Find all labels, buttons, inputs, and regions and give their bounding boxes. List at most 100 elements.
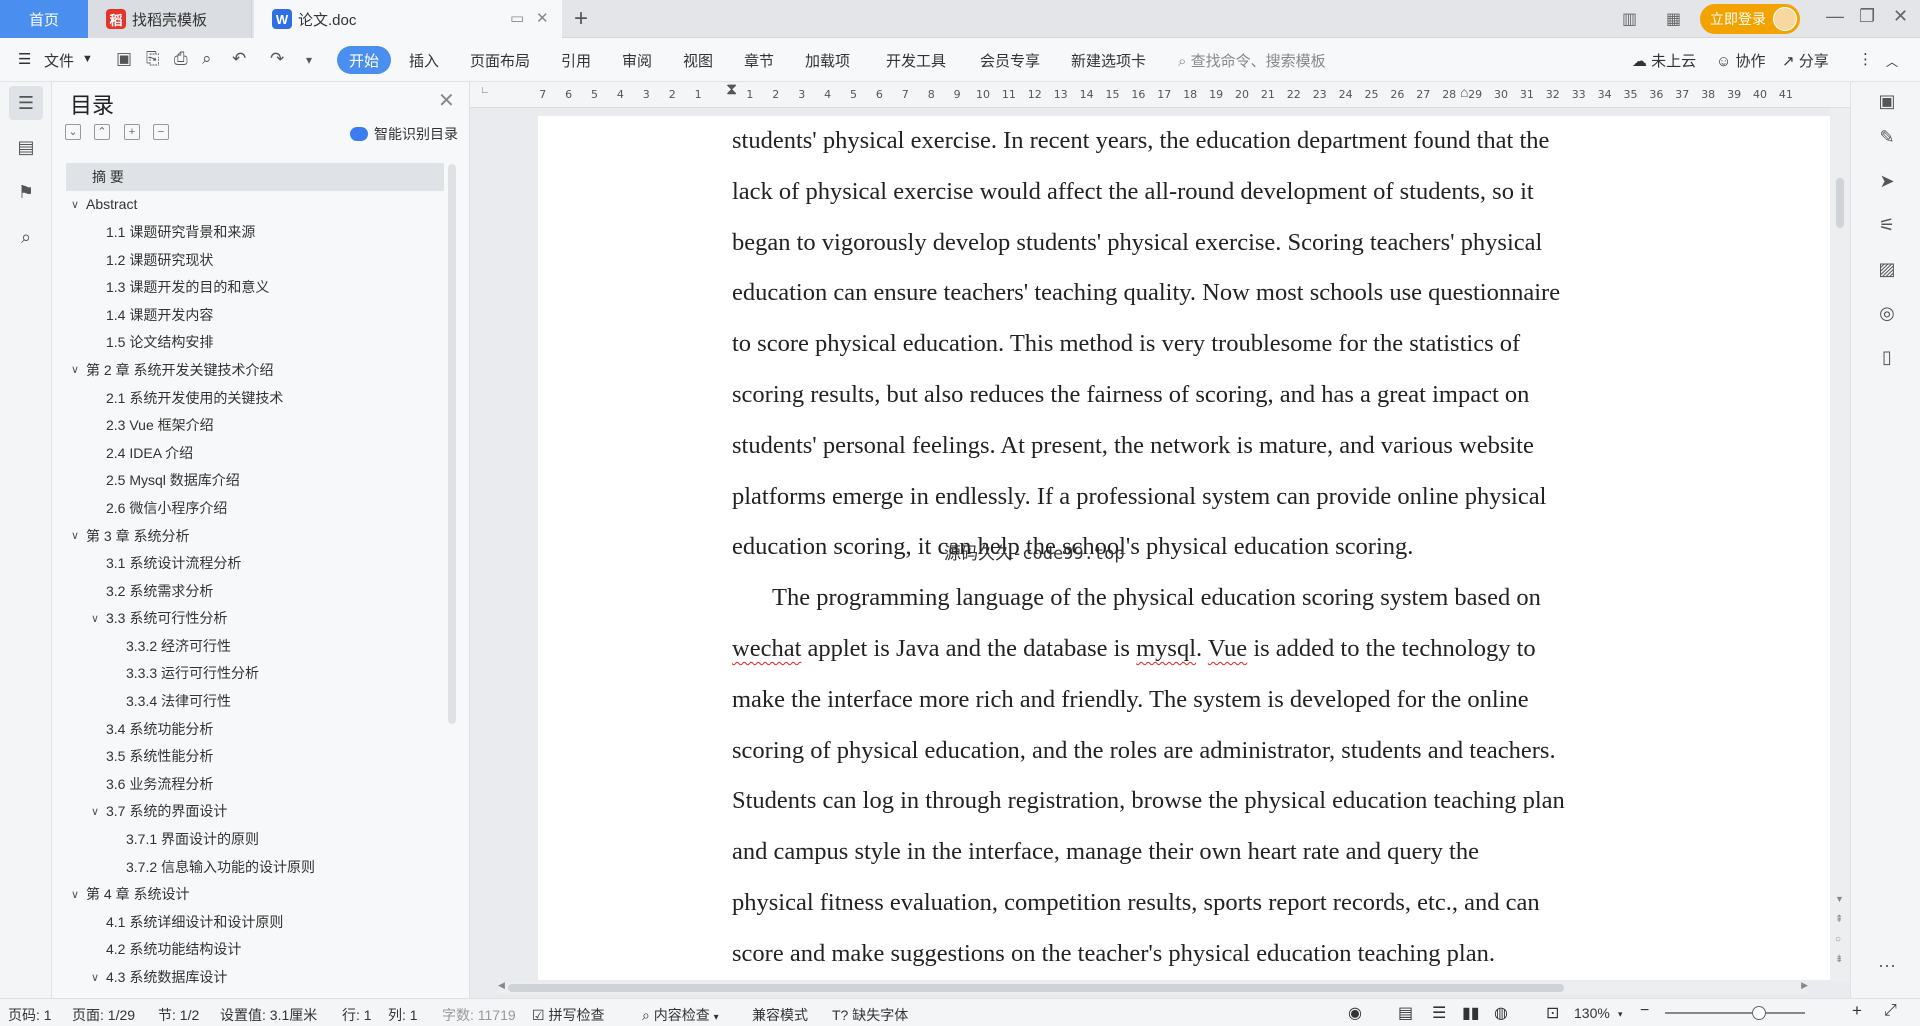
right-indent-marker-icon[interactable]: ⌂ bbox=[1460, 84, 1468, 100]
file-menu[interactable]: 文件 bbox=[44, 50, 74, 71]
toc-item[interactable]: 3.5 系统性能分析 bbox=[66, 742, 444, 770]
prev-page-icon[interactable]: ⇞ bbox=[1835, 914, 1843, 925]
add-heading-icon[interactable]: + bbox=[124, 124, 140, 140]
print-icon[interactable]: ⎙ bbox=[174, 49, 188, 69]
toc-item[interactable]: 2.1 系统开发使用的关键技术 bbox=[66, 384, 444, 412]
chevron-down-icon[interactable]: ∨ bbox=[91, 805, 99, 818]
toc-item[interactable]: ∨ 3.3 系统可行性分析 bbox=[66, 605, 444, 633]
format-settings-icon[interactable]: ⚟ bbox=[1874, 212, 1900, 238]
chevron-down-icon[interactable]: ∨ bbox=[71, 529, 79, 542]
window-close-icon[interactable]: ✕ bbox=[1893, 6, 1908, 27]
document-line[interactable]: The programming language of the physical… bbox=[732, 573, 1632, 624]
toc-scrollbar[interactable] bbox=[448, 164, 456, 724]
restore-icon[interactable]: ❐ bbox=[1859, 6, 1875, 27]
status-word-count[interactable]: 字数: 11719 bbox=[442, 1005, 516, 1025]
zoom-in-icon[interactable]: + bbox=[1852, 1001, 1862, 1021]
horizontal-ruler[interactable]: ∟ 7 6 5 4 3 2 1 1 2 3 4 5 6 7 8 9 10 11 12 13 14 15 16 17 18 19 20… bbox=[470, 81, 1850, 108]
document-line[interactable]: lack of physical exercise would affect t… bbox=[732, 167, 1632, 218]
document-line[interactable]: make the interface more rich and friendl… bbox=[732, 675, 1632, 726]
toc-item[interactable]: 3.3.4 法律可行性 bbox=[66, 687, 444, 715]
document-line[interactable]: education scoring, it can help the schoo… bbox=[732, 522, 1632, 573]
image-tools-icon[interactable]: ▨ bbox=[1874, 256, 1900, 282]
document-line[interactable]: students' physical exercise. In recent y… bbox=[732, 116, 1632, 167]
chapter-nav-icon[interactable]: ▤ bbox=[9, 130, 43, 164]
tab-close-icon[interactable]: ✕ bbox=[536, 9, 549, 27]
toc-item[interactable]: ∨ 3.7 系统的界面设计 bbox=[66, 798, 444, 826]
next-page-icon[interactable]: ⇟ bbox=[1835, 954, 1843, 965]
page-view-icon[interactable]: ▤ bbox=[1398, 1003, 1413, 1023]
find-icon[interactable]: ⌕ bbox=[9, 220, 43, 254]
toc-item[interactable]: 1.2 课题研究现状 bbox=[66, 246, 444, 274]
select-cursor-icon[interactable]: ➤ bbox=[1874, 168, 1900, 194]
status-setting[interactable]: 设置值: 3.1厘米 bbox=[220, 1005, 317, 1025]
tab-new[interactable]: 新建选项卡 bbox=[1071, 50, 1146, 71]
status-row[interactable]: 行: 1 bbox=[342, 1005, 372, 1025]
zoom-slider-track[interactable] bbox=[1665, 1012, 1805, 1014]
menu-icon[interactable]: ☰ bbox=[18, 50, 31, 68]
read-view-icon[interactable]: ▮▮ bbox=[1462, 1003, 1480, 1023]
tab-review[interactable]: 审阅 bbox=[622, 50, 652, 71]
layout-switch-icon[interactable]: ▥ bbox=[1622, 0, 1637, 38]
file-dropdown-icon[interactable]: ▼ bbox=[82, 53, 93, 65]
toc-item[interactable]: 2.6 微信小程序介绍 bbox=[66, 494, 444, 522]
status-col[interactable]: 列: 1 bbox=[388, 1005, 418, 1025]
chevron-down-icon[interactable]: ∨ bbox=[71, 888, 79, 901]
tab-page-layout[interactable]: 页面布局 bbox=[470, 50, 530, 71]
toc-close-icon[interactable]: ✕ bbox=[438, 88, 455, 113]
tab-member[interactable]: 会员专享 bbox=[980, 50, 1040, 71]
print-preview-icon[interactable]: ⌕ bbox=[202, 49, 212, 69]
document-line[interactable]: students' personal feelings. At present,… bbox=[732, 421, 1632, 472]
missing-font-button[interactable]: T? 缺失字体 bbox=[832, 1005, 908, 1025]
tab-template-store[interactable]: 稻 找稻壳模板 bbox=[88, 0, 252, 38]
login-button[interactable]: 立即登录 bbox=[1700, 4, 1800, 34]
panel-toggle-icon[interactable]: ▣ bbox=[1874, 88, 1900, 114]
toc-item[interactable]: 1.1 课题研究背景和来源 bbox=[66, 218, 444, 246]
toc-item[interactable]: ∨ Abstract bbox=[66, 191, 444, 219]
toc-item[interactable]: 3.2 系统需求分析 bbox=[66, 577, 444, 605]
zoom-level[interactable]: 130% bbox=[1574, 1005, 1610, 1021]
zoom-out-icon[interactable]: − bbox=[1640, 1002, 1649, 1020]
fullscreen-icon[interactable]: ⤢ bbox=[1884, 1002, 1897, 1020]
document-line[interactable]: education can ensure teachers' teaching … bbox=[732, 268, 1632, 319]
command-search[interactable]: ⌕ 查找命令、搜索模板 bbox=[1178, 50, 1326, 71]
tab-stop-icon[interactable]: ∟ bbox=[480, 85, 490, 96]
more-tools-icon[interactable]: ··· bbox=[1874, 952, 1900, 978]
more-options-icon[interactable]: ⋮ bbox=[1858, 50, 1873, 68]
collaborate-button[interactable]: ☺ 协作 bbox=[1716, 50, 1766, 71]
indent-marker-icon[interactable]: ⧗ bbox=[726, 81, 737, 99]
redo-icon[interactable]: ↷ bbox=[270, 49, 284, 69]
tab-insert[interactable]: 插入 bbox=[409, 50, 439, 71]
document-line[interactable]: Students can log in through registration… bbox=[732, 776, 1632, 827]
toc-item[interactable]: 3.7.2 信息输入功能的设计原则 bbox=[66, 853, 444, 881]
export-pdf-icon[interactable]: ⎘ bbox=[146, 49, 160, 69]
status-section[interactable]: 节: 1/2 bbox=[158, 1005, 199, 1025]
document-line[interactable]: platforms emerge in endlessly. If a prof… bbox=[732, 472, 1632, 523]
status-pages[interactable]: 页面: 1/29 bbox=[72, 1005, 135, 1025]
toc-item[interactable]: 3.3.2 经济可行性 bbox=[66, 632, 444, 660]
collapse-ribbon-icon[interactable]: ︿ bbox=[1886, 53, 1898, 70]
eye-protection-icon[interactable]: ◉ bbox=[1348, 1003, 1362, 1023]
compat-mode-label[interactable]: 兼容模式 bbox=[752, 1005, 808, 1025]
tab-addins[interactable]: 加载项 bbox=[805, 50, 850, 71]
tab-start[interactable]: 开始 bbox=[337, 46, 391, 74]
collapse-all-icon[interactable]: ⌃ bbox=[94, 124, 110, 140]
document-page[interactable]: students' physical exercise. In recent y… bbox=[538, 116, 1830, 980]
outline-view-icon[interactable]: ☰ bbox=[1432, 1003, 1446, 1023]
fit-page-icon[interactable]: ⊡ bbox=[1546, 1003, 1559, 1023]
tab-developer[interactable]: 开发工具 bbox=[886, 50, 946, 71]
toc-item[interactable]: 2.3 Vue 框架介绍 bbox=[66, 411, 444, 439]
toc-panel-icon[interactable]: ☰ bbox=[9, 86, 43, 120]
document-line[interactable]: physical fitness evaluation, competition… bbox=[732, 878, 1632, 929]
web-view-icon[interactable]: ◍ bbox=[1494, 1003, 1508, 1023]
minimize-icon[interactable]: — bbox=[1826, 6, 1844, 27]
toc-item[interactable]: ∨ 4.3 系统数据库设计 bbox=[66, 963, 444, 991]
document-text[interactable]: students' physical exercise. In recent y… bbox=[732, 116, 1632, 980]
apps-grid-icon[interactable]: ▦ bbox=[1666, 0, 1681, 38]
toc-item[interactable]: 3.4 系统功能分析 bbox=[66, 715, 444, 743]
document-line[interactable]: scoring of physical education, and the r… bbox=[732, 726, 1632, 777]
smart-toc-button[interactable]: 智能识别目录 bbox=[350, 124, 458, 144]
document-line[interactable]: score and make suggestions on the teache… bbox=[732, 929, 1632, 980]
expand-all-icon[interactable]: ⌄ bbox=[65, 124, 81, 140]
toc-item[interactable]: ∨ 第 2 章 系统开发关键技术介绍 bbox=[66, 356, 444, 384]
undo-icon[interactable]: ↶ bbox=[232, 49, 246, 69]
